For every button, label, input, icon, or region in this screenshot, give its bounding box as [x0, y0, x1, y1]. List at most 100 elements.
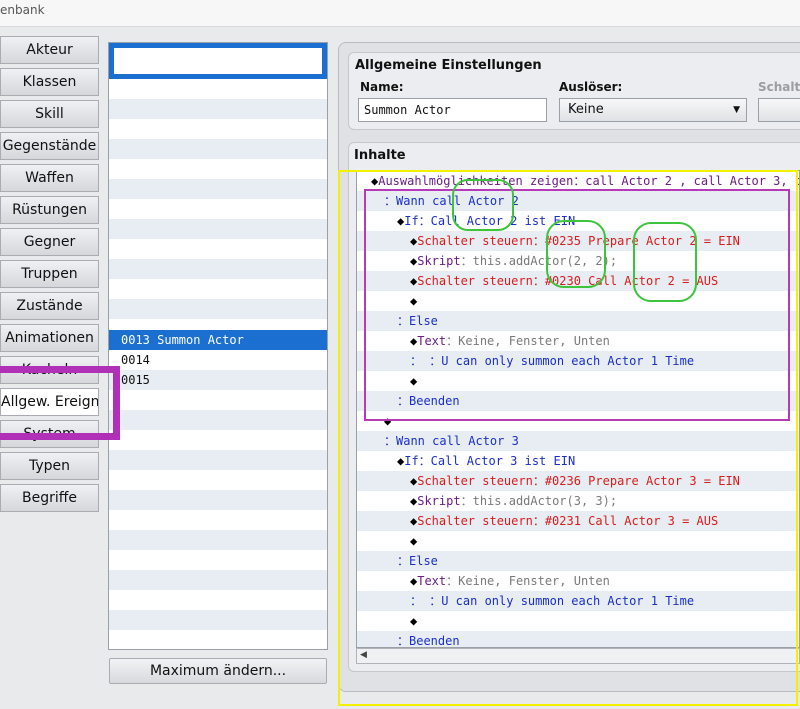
command-text: Skript	[417, 494, 461, 508]
sidebar-item-waffen[interactable]: Waffen	[0, 164, 99, 192]
command-text: If：Call Actor 3 ist EIN	[404, 454, 576, 468]
command-text: ： ：U can only summon each Actor 1 Time	[410, 354, 695, 368]
command-row[interactable]: ◆Schalter steuern：#0235 Prepare Actor 2 …	[357, 231, 799, 251]
sidebar-item-gegenstaende[interactable]: Gegenstände	[0, 132, 99, 160]
command-row[interactable]: ：Wann call Actor 2	[357, 191, 799, 211]
command-text: ：Wann call Actor 2	[384, 194, 519, 208]
list-item[interactable]: 0015	[109, 370, 327, 390]
command-row[interactable]: ◆	[357, 411, 799, 431]
command-diamond-icon: ◆	[410, 534, 418, 548]
event-command-list[interactable]: ◆ Auswahlmöglichkeiten zeigen：call Actor …	[356, 170, 800, 648]
command-text: ：Keine, Fenster, Unten	[446, 334, 610, 348]
command-row[interactable]: ◆If：Call Actor 3 ist EIN	[357, 451, 799, 471]
sidebar-item-animationen[interactable]: Animationen	[0, 324, 99, 352]
list-item	[109, 99, 327, 119]
command-text: ：Keine, Fenster, Unten	[446, 574, 610, 588]
command-row[interactable]: ◆Schalter steuern：#0236 Prepare Actor 3 …	[357, 471, 799, 491]
command-row[interactable]: ◆Text：Keine, Fenster, Unten	[357, 571, 799, 591]
sidebar-item-truppen[interactable]: Truppen	[0, 260, 99, 288]
switch-select[interactable]	[758, 98, 800, 122]
command-row[interactable]: ◆Schalter steuern：#0230 Call Actor 2 = A…	[357, 271, 799, 291]
command-diamond-icon: ◆	[384, 414, 392, 428]
command-text: ：this.addActor(3, 3);	[460, 494, 618, 508]
sidebar-item-skill[interactable]: Skill	[0, 100, 99, 128]
command-text: If：Call Actor 2 ist EIN	[404, 214, 576, 228]
command-row[interactable]: ◆Skript：this.addActor(3, 3);	[357, 491, 799, 511]
sidebar-item-akteur[interactable]: Akteur	[0, 36, 99, 64]
list-item	[109, 410, 327, 430]
command-row[interactable]: ◆Skript：this.addActor(2, 2);	[357, 251, 799, 271]
list-item	[109, 139, 327, 159]
command-text: ：this.addActor(2, 2);	[460, 254, 618, 268]
sidebar-item-kacheln[interactable]: Kacheln	[0, 356, 99, 384]
command-row[interactable]: ◆Text：Keine, Fenster, Unten	[357, 331, 799, 351]
list-item	[109, 179, 327, 199]
command-text: ：Wann call Actor 3	[384, 434, 519, 448]
command-row[interactable]: ：Beenden	[357, 631, 799, 648]
sidebar-item-typen[interactable]: Typen	[0, 452, 99, 480]
command-diamond-icon: ◆	[410, 294, 418, 308]
command-text: Text	[417, 334, 447, 348]
command-row[interactable]: ：Else	[357, 311, 799, 331]
command-diamond-icon: ◆	[410, 614, 418, 628]
contents-title: Inhalte	[354, 148, 406, 163]
command-row[interactable]: ： ：U can only summon each Actor 1 Time	[357, 351, 799, 371]
command-text: Auswahlmöglichkeiten zeigen：call Actor 2…	[378, 174, 800, 188]
command-text: Skript	[417, 254, 461, 268]
sidebar-item-ruestungen[interactable]: Rüstungen	[0, 196, 99, 224]
list-item	[109, 530, 327, 550]
command-text: ：Beenden	[397, 394, 460, 408]
sidebar-item-zustaende[interactable]: Zustände	[0, 292, 99, 320]
sidebar-item-allgew-ereignisse[interactable]: Allgew. Ereignisse	[0, 388, 99, 416]
command-row[interactable]: ◆Auswahlmöglichkeiten zeigen：call Actor …	[357, 171, 800, 191]
event-list[interactable]: 0013 Summon Actor 0014 0015	[108, 42, 328, 650]
command-text: Schalter steuern：#0231 Call Actor 3 = AU…	[417, 514, 719, 528]
command-row[interactable]: ◆	[357, 611, 799, 631]
command-text: ： ：U can only summon each Actor 1 Time	[410, 594, 695, 608]
command-text: ：Else	[397, 554, 438, 568]
command-diamond-icon: ◆	[410, 374, 418, 388]
command-row[interactable]: ◆Schalter steuern：#0231 Call Actor 3 = A…	[357, 511, 799, 531]
event-list-header	[109, 43, 327, 79]
name-label: Name:	[360, 80, 404, 94]
trigger-label: Auslöser:	[559, 80, 623, 94]
command-text: Text	[417, 574, 447, 588]
list-item	[109, 219, 327, 239]
trigger-value: Keine	[568, 102, 604, 117]
window-title: enbank	[0, 3, 45, 17]
command-text: ：Beenden	[397, 634, 460, 648]
sidebar-item-system[interactable]: System	[0, 420, 99, 448]
general-settings-title: Allgemeine Einstellungen	[355, 58, 542, 73]
list-item-selected[interactable]: 0013 Summon Actor	[109, 330, 327, 350]
sidebar-item-gegner[interactable]: Gegner	[0, 228, 99, 256]
name-field[interactable]: Summon Actor	[358, 98, 547, 122]
command-row[interactable]: ： ：U can only summon each Actor 1 Time	[357, 591, 799, 611]
switch-label: Schalte	[758, 80, 800, 94]
list-item	[109, 490, 327, 510]
list-item	[109, 450, 327, 470]
horizontal-scrollbar[interactable]: ◀	[356, 648, 800, 664]
command-text: Schalter steuern：#0230 Call Actor 2 = AU…	[417, 274, 719, 288]
command-row[interactable]: ：Else	[357, 551, 799, 571]
chevron-down-icon: ▼	[733, 105, 740, 115]
list-item	[109, 259, 327, 279]
window-titlebar: enbank	[0, 0, 800, 27]
list-item[interactable]: 0014	[109, 350, 327, 370]
command-row[interactable]: ◆	[357, 291, 799, 311]
command-row[interactable]: ：Wann call Actor 3	[357, 431, 799, 451]
list-item	[109, 299, 327, 319]
command-row[interactable]: ◆If：Call Actor 2 ist EIN	[357, 211, 799, 231]
trigger-select[interactable]: Keine ▼	[559, 98, 747, 122]
scroll-left-icon[interactable]: ◀	[360, 650, 367, 660]
command-text: Schalter steuern：#0236 Prepare Actor 3 =…	[417, 474, 740, 488]
sidebar-item-klassen[interactable]: Klassen	[0, 68, 99, 96]
command-row[interactable]: ◆	[357, 531, 799, 551]
sidebar-item-begriffe[interactable]: Begriffe	[0, 484, 99, 512]
command-row[interactable]: ：Beenden	[357, 391, 799, 411]
maximum-aendern-button[interactable]: Maximum ändern...	[109, 658, 327, 684]
list-item	[109, 610, 327, 630]
command-text: Schalter steuern：#0235 Prepare Actor 2 =…	[417, 234, 740, 248]
command-row[interactable]: ◆	[357, 371, 799, 391]
list-item	[109, 570, 327, 590]
command-text: ：Else	[397, 314, 438, 328]
